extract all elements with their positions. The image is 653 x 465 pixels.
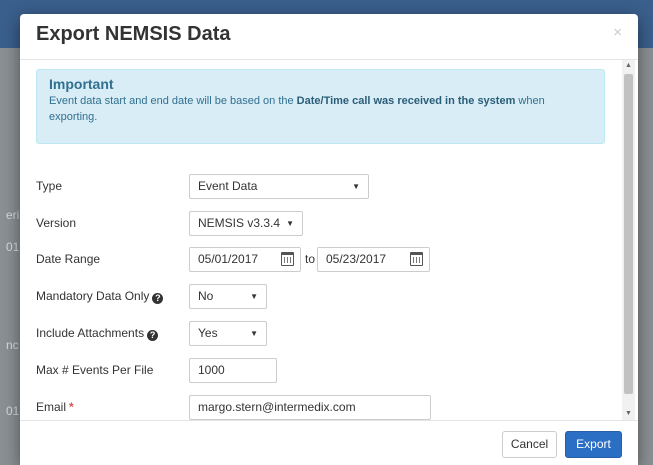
mandatory-label: Mandatory Data Only?	[36, 289, 164, 304]
calendar-icon[interactable]	[281, 252, 294, 266]
dialog-footer: Cancel Export	[20, 420, 638, 465]
question-circle-icon[interactable]: ?	[147, 330, 159, 341]
type-select[interactable]: Event Data ▼	[189, 174, 369, 199]
version-label: Version	[36, 216, 77, 230]
export-button[interactable]: Export	[565, 431, 622, 458]
mandatory-select[interactable]: No ▼	[189, 284, 267, 309]
scroll-thumb[interactable]	[624, 74, 633, 394]
scroll-up-arrow-icon[interactable]: ▲	[622, 60, 635, 72]
background-text: 01	[6, 404, 20, 418]
alert-text-bold: Date/Time call was received in the syste…	[296, 95, 516, 107]
background-text: nc	[6, 338, 19, 352]
calendar-icon[interactable]	[410, 252, 423, 266]
email-label: Email *	[36, 400, 74, 414]
dialog-scrollbar[interactable]: ▲ ▼	[622, 60, 635, 420]
end-date-input[interactable]: 05/23/2017	[317, 247, 430, 272]
attachments-label: Include Attachments?	[36, 326, 159, 341]
caret-down-icon: ▼	[352, 182, 360, 191]
dialog-body[interactable]: Important Event data start and end date …	[20, 60, 638, 420]
cancel-button[interactable]: Cancel	[502, 431, 557, 458]
email-field[interactable]: margo.stern@intermedix.com	[189, 395, 431, 420]
question-circle-icon[interactable]: ?	[152, 293, 164, 304]
background-text: 01	[6, 240, 20, 254]
scroll-down-arrow-icon[interactable]: ▼	[622, 408, 635, 420]
required-marker: *	[69, 400, 74, 414]
max-events-label: Max # Events Per File	[36, 363, 154, 377]
attachments-select[interactable]: Yes ▼	[189, 321, 267, 346]
close-icon[interactable]: ×	[613, 24, 622, 41]
dialog-header: Export NEMSIS Data ×	[20, 14, 638, 60]
alert-title: Important	[49, 76, 114, 92]
date-range-separator: to	[305, 252, 316, 266]
type-label: Type	[36, 179, 63, 193]
start-date-input[interactable]: 05/01/2017	[189, 247, 301, 272]
caret-down-icon: ▼	[250, 329, 258, 338]
version-select[interactable]: NEMSIS v3.3.4 ▼	[189, 211, 303, 236]
date-range-label: Date Range	[36, 252, 101, 266]
important-alert: Important Event data start and end date …	[36, 69, 605, 144]
caret-down-icon: ▼	[250, 292, 258, 301]
dialog-title: Export NEMSIS Data	[36, 23, 231, 45]
caret-down-icon: ▼	[286, 219, 294, 228]
export-nemsis-dialog: Export NEMSIS Data × Important Event dat…	[20, 14, 638, 465]
alert-text: Event data start and end date will be ba…	[49, 95, 545, 123]
max-events-input[interactable]: 1000	[189, 358, 277, 383]
